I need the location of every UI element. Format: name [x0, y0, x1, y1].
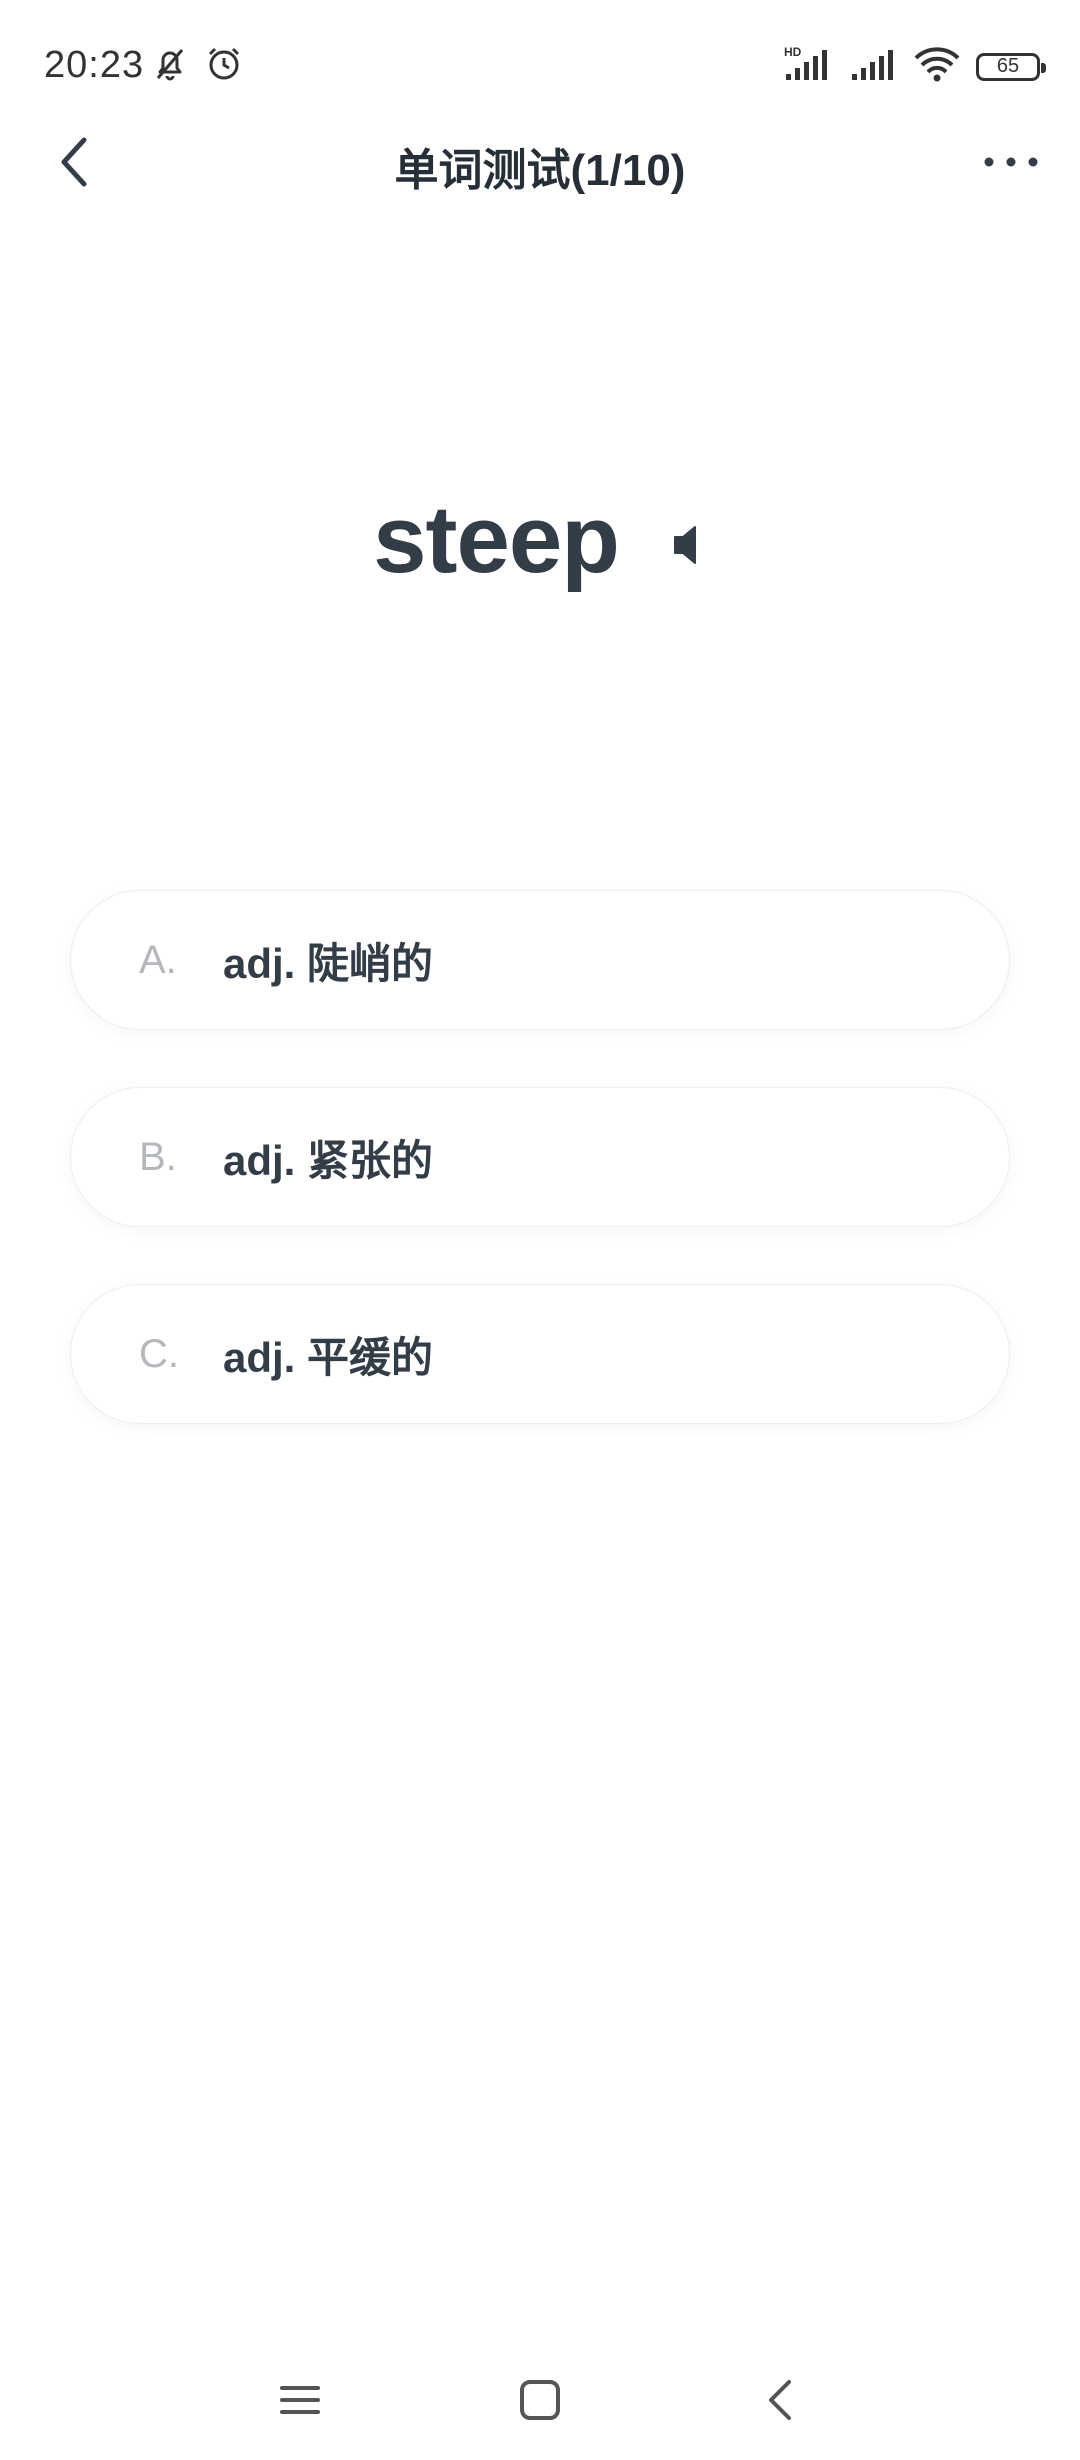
signal-hd-icon: HD — [784, 44, 836, 89]
status-right-icons: HD 65 — [784, 44, 1046, 89]
svg-text:HD: HD — [784, 45, 802, 59]
word-area: steep — [0, 470, 1080, 610]
signal-icon — [850, 44, 898, 89]
more-dots-icon — [984, 157, 1038, 167]
more-button[interactable] — [976, 134, 1046, 190]
answer-options: A. adj. 陡峭的 B. adj. 紧张的 C. adj. 平缓的 — [70, 890, 1010, 1481]
option-b[interactable]: B. adj. 紧张的 — [70, 1087, 1010, 1227]
bell-muted-icon — [150, 44, 190, 89]
system-nav-bar — [0, 2360, 1080, 2440]
speaker-icon — [673, 526, 696, 564]
page-title: 单词测试(1/10) — [394, 146, 686, 195]
test-word: steep — [373, 486, 620, 593]
status-time: 20:23 — [44, 44, 145, 86]
recent-apps-button[interactable] — [270, 2370, 330, 2430]
option-letter: A. — [139, 937, 177, 982]
system-back-button[interactable] — [750, 2370, 810, 2430]
alarm-clock-icon — [204, 44, 244, 89]
option-text: adj. 紧张的 — [223, 1136, 434, 1184]
battery-indicator: 65 — [976, 52, 1046, 81]
status-left-icons — [150, 44, 244, 89]
pronounce-button[interactable] — [663, 523, 707, 567]
option-c[interactable]: C. adj. 平缓的 — [70, 1284, 1010, 1424]
back-triangle-icon — [769, 2380, 791, 2420]
option-letter: B. — [139, 1134, 177, 1179]
home-square-icon — [520, 2380, 560, 2420]
wifi-icon — [912, 44, 962, 89]
option-a[interactable]: A. adj. 陡峭的 — [70, 890, 1010, 1030]
option-letter: C. — [139, 1331, 179, 1376]
status-bar: 20:23 HD 65 — [0, 0, 1080, 130]
home-button[interactable] — [510, 2370, 570, 2430]
menu-lines-icon — [280, 2386, 320, 2414]
option-text: adj. 平缓的 — [223, 1333, 434, 1381]
nav-bar: 单词测试(1/10) — [0, 120, 1080, 204]
option-text: adj. 陡峭的 — [223, 939, 434, 987]
